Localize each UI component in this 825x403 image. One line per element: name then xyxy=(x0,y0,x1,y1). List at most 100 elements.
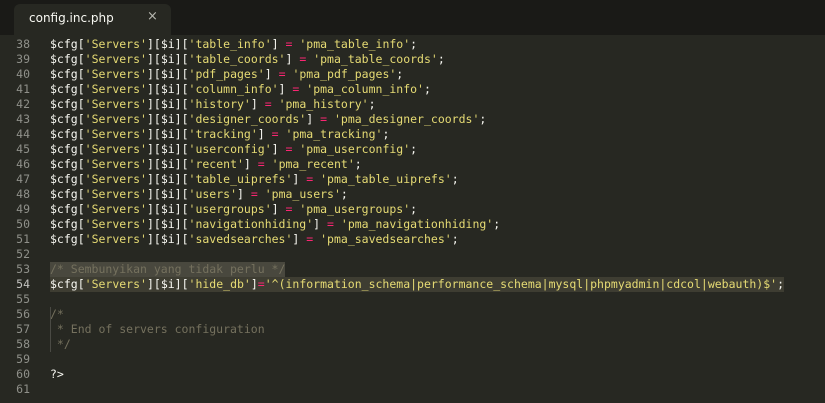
variable: $cfg xyxy=(50,67,78,81)
string: 'tracking' xyxy=(188,127,258,141)
bracket: [ xyxy=(77,37,85,51)
bracket: ][ xyxy=(174,97,189,111)
line-number: 58 xyxy=(16,337,30,351)
operator: = xyxy=(257,157,265,171)
bracket: ][ xyxy=(174,112,189,126)
code-text: $cfg['Servers'][$i]['recent'] = 'pma_rec… xyxy=(50,157,362,172)
variable: $i xyxy=(160,202,175,216)
bracket: [ xyxy=(77,127,85,141)
bracket: [ xyxy=(77,172,85,186)
code-text: $cfg['Servers'][$i]['pdf_pages'] = 'pma_… xyxy=(50,67,403,82)
code-editor[interactable]: 38 $cfg['Servers'][$i]['table_info'] = 'p… xyxy=(0,36,825,403)
bracket: [ xyxy=(77,277,85,291)
string: 'Servers' xyxy=(84,37,147,51)
bracket: ][ xyxy=(174,172,189,186)
bracket: ][ xyxy=(174,202,189,216)
operator: = xyxy=(278,67,286,81)
bracket: ][ xyxy=(174,277,189,291)
code-text: $cfg['Servers'][$i]['userconfig'] = 'pma… xyxy=(50,142,417,157)
tab-config-inc-php[interactable]: config.inc.php × xyxy=(14,4,171,35)
code-text: $cfg['Servers'][$i]['table_coords'] = 'p… xyxy=(50,52,445,67)
bracket: ][ xyxy=(146,112,161,126)
bracket: ] xyxy=(306,112,321,126)
line-number: 54 xyxy=(16,277,30,291)
string: 'Servers' xyxy=(84,142,147,156)
string: 'Servers' xyxy=(84,187,147,201)
bracket: ][ xyxy=(174,52,189,66)
string: 'Servers' xyxy=(84,172,147,186)
bracket: ] xyxy=(271,37,286,51)
variable: $i xyxy=(160,52,175,66)
line-number: 57 xyxy=(16,322,30,336)
bracket: [ xyxy=(77,202,85,216)
string: 'Servers' xyxy=(84,127,147,141)
variable: $i xyxy=(160,82,175,96)
line-number: 60 xyxy=(16,367,30,381)
bracket: [ xyxy=(77,142,85,156)
string: 'table_uiprefs' xyxy=(188,172,293,186)
string: 'pma_column_info' xyxy=(306,82,424,96)
code-line: 52 xyxy=(0,247,825,262)
bracket: ][ xyxy=(146,202,161,216)
operator: = xyxy=(271,127,279,141)
bracket: ][ xyxy=(174,127,189,141)
operator: = xyxy=(257,277,265,291)
line-number: 45 xyxy=(16,142,30,156)
variable: $i xyxy=(160,187,175,201)
string: 'pdf_pages' xyxy=(188,67,265,81)
code-text: $cfg['Servers'][$i]['navigationhiding'] … xyxy=(50,217,500,232)
string: 'Servers' xyxy=(84,277,147,291)
code-text: $cfg['Servers'][$i]['table_info'] = 'pma… xyxy=(50,37,417,52)
operator: = xyxy=(264,97,272,111)
code-text: $cfg['Servers'][$i]['tracking'] = 'pma_t… xyxy=(50,127,389,142)
code-line: 46 $cfg['Servers'][$i]['recent'] = 'pma_r… xyxy=(0,157,825,172)
variable: $i xyxy=(160,112,175,126)
bracket: ][ xyxy=(146,232,161,246)
code-line: 49 $cfg['Servers'][$i]['usergroups'] = 'p… xyxy=(0,202,825,217)
bracket: ] xyxy=(285,52,300,66)
variable: $cfg xyxy=(50,217,78,231)
bracket: [ xyxy=(77,67,85,81)
code-line: 61 xyxy=(0,382,825,397)
bracket: ] xyxy=(313,217,328,231)
bracket: ][ xyxy=(146,127,161,141)
bracket: ] xyxy=(237,187,251,201)
string: 'recent' xyxy=(188,157,244,171)
tab-label: config.inc.php xyxy=(29,11,114,25)
bracket: [ xyxy=(77,217,85,231)
operator: = xyxy=(320,112,328,126)
bracket: ] xyxy=(278,82,293,96)
code-line: 40 $cfg['Servers'][$i]['pdf_pages'] = 'pm… xyxy=(0,67,825,82)
code-line: 51 $cfg['Servers'][$i]['savedsearches'] =… xyxy=(0,232,825,247)
string: 'pma_savedsearches' xyxy=(320,232,452,246)
code-text: $cfg['Servers'][$i]['usergroups'] = 'pma… xyxy=(50,202,417,217)
code-line: 43 $cfg['Servers'][$i]['designer_coords']… xyxy=(0,112,825,127)
code-line: 57 * End of servers configuration xyxy=(0,322,825,337)
bracket: ] xyxy=(264,67,279,81)
semicolon: ; xyxy=(396,67,404,81)
bracket: ] xyxy=(243,157,258,171)
code-line: 48 $cfg['Servers'][$i]['users'] = 'pma_us… xyxy=(0,187,825,202)
variable: $i xyxy=(160,67,175,81)
line-number: 47 xyxy=(16,172,30,186)
semicolon: ; xyxy=(479,112,487,126)
code-text: $cfg['Servers'][$i]['column_info'] = 'pm… xyxy=(50,82,431,97)
string: 'savedsearches' xyxy=(188,232,293,246)
code-line: 55 xyxy=(0,292,825,307)
close-icon[interactable]: × xyxy=(147,9,158,24)
semicolon: ; xyxy=(410,142,418,156)
string: 'Servers' xyxy=(84,157,147,171)
variable: $cfg xyxy=(50,202,78,216)
string: 'pma_usergroups' xyxy=(299,202,411,216)
variable: $i xyxy=(160,277,175,291)
bracket: ][ xyxy=(146,37,161,51)
line-number: 52 xyxy=(16,247,30,261)
semicolon: ; xyxy=(368,97,376,111)
bracket: [ xyxy=(77,112,85,126)
code-text: ?> xyxy=(50,367,64,382)
semicolon: ; xyxy=(493,217,501,231)
